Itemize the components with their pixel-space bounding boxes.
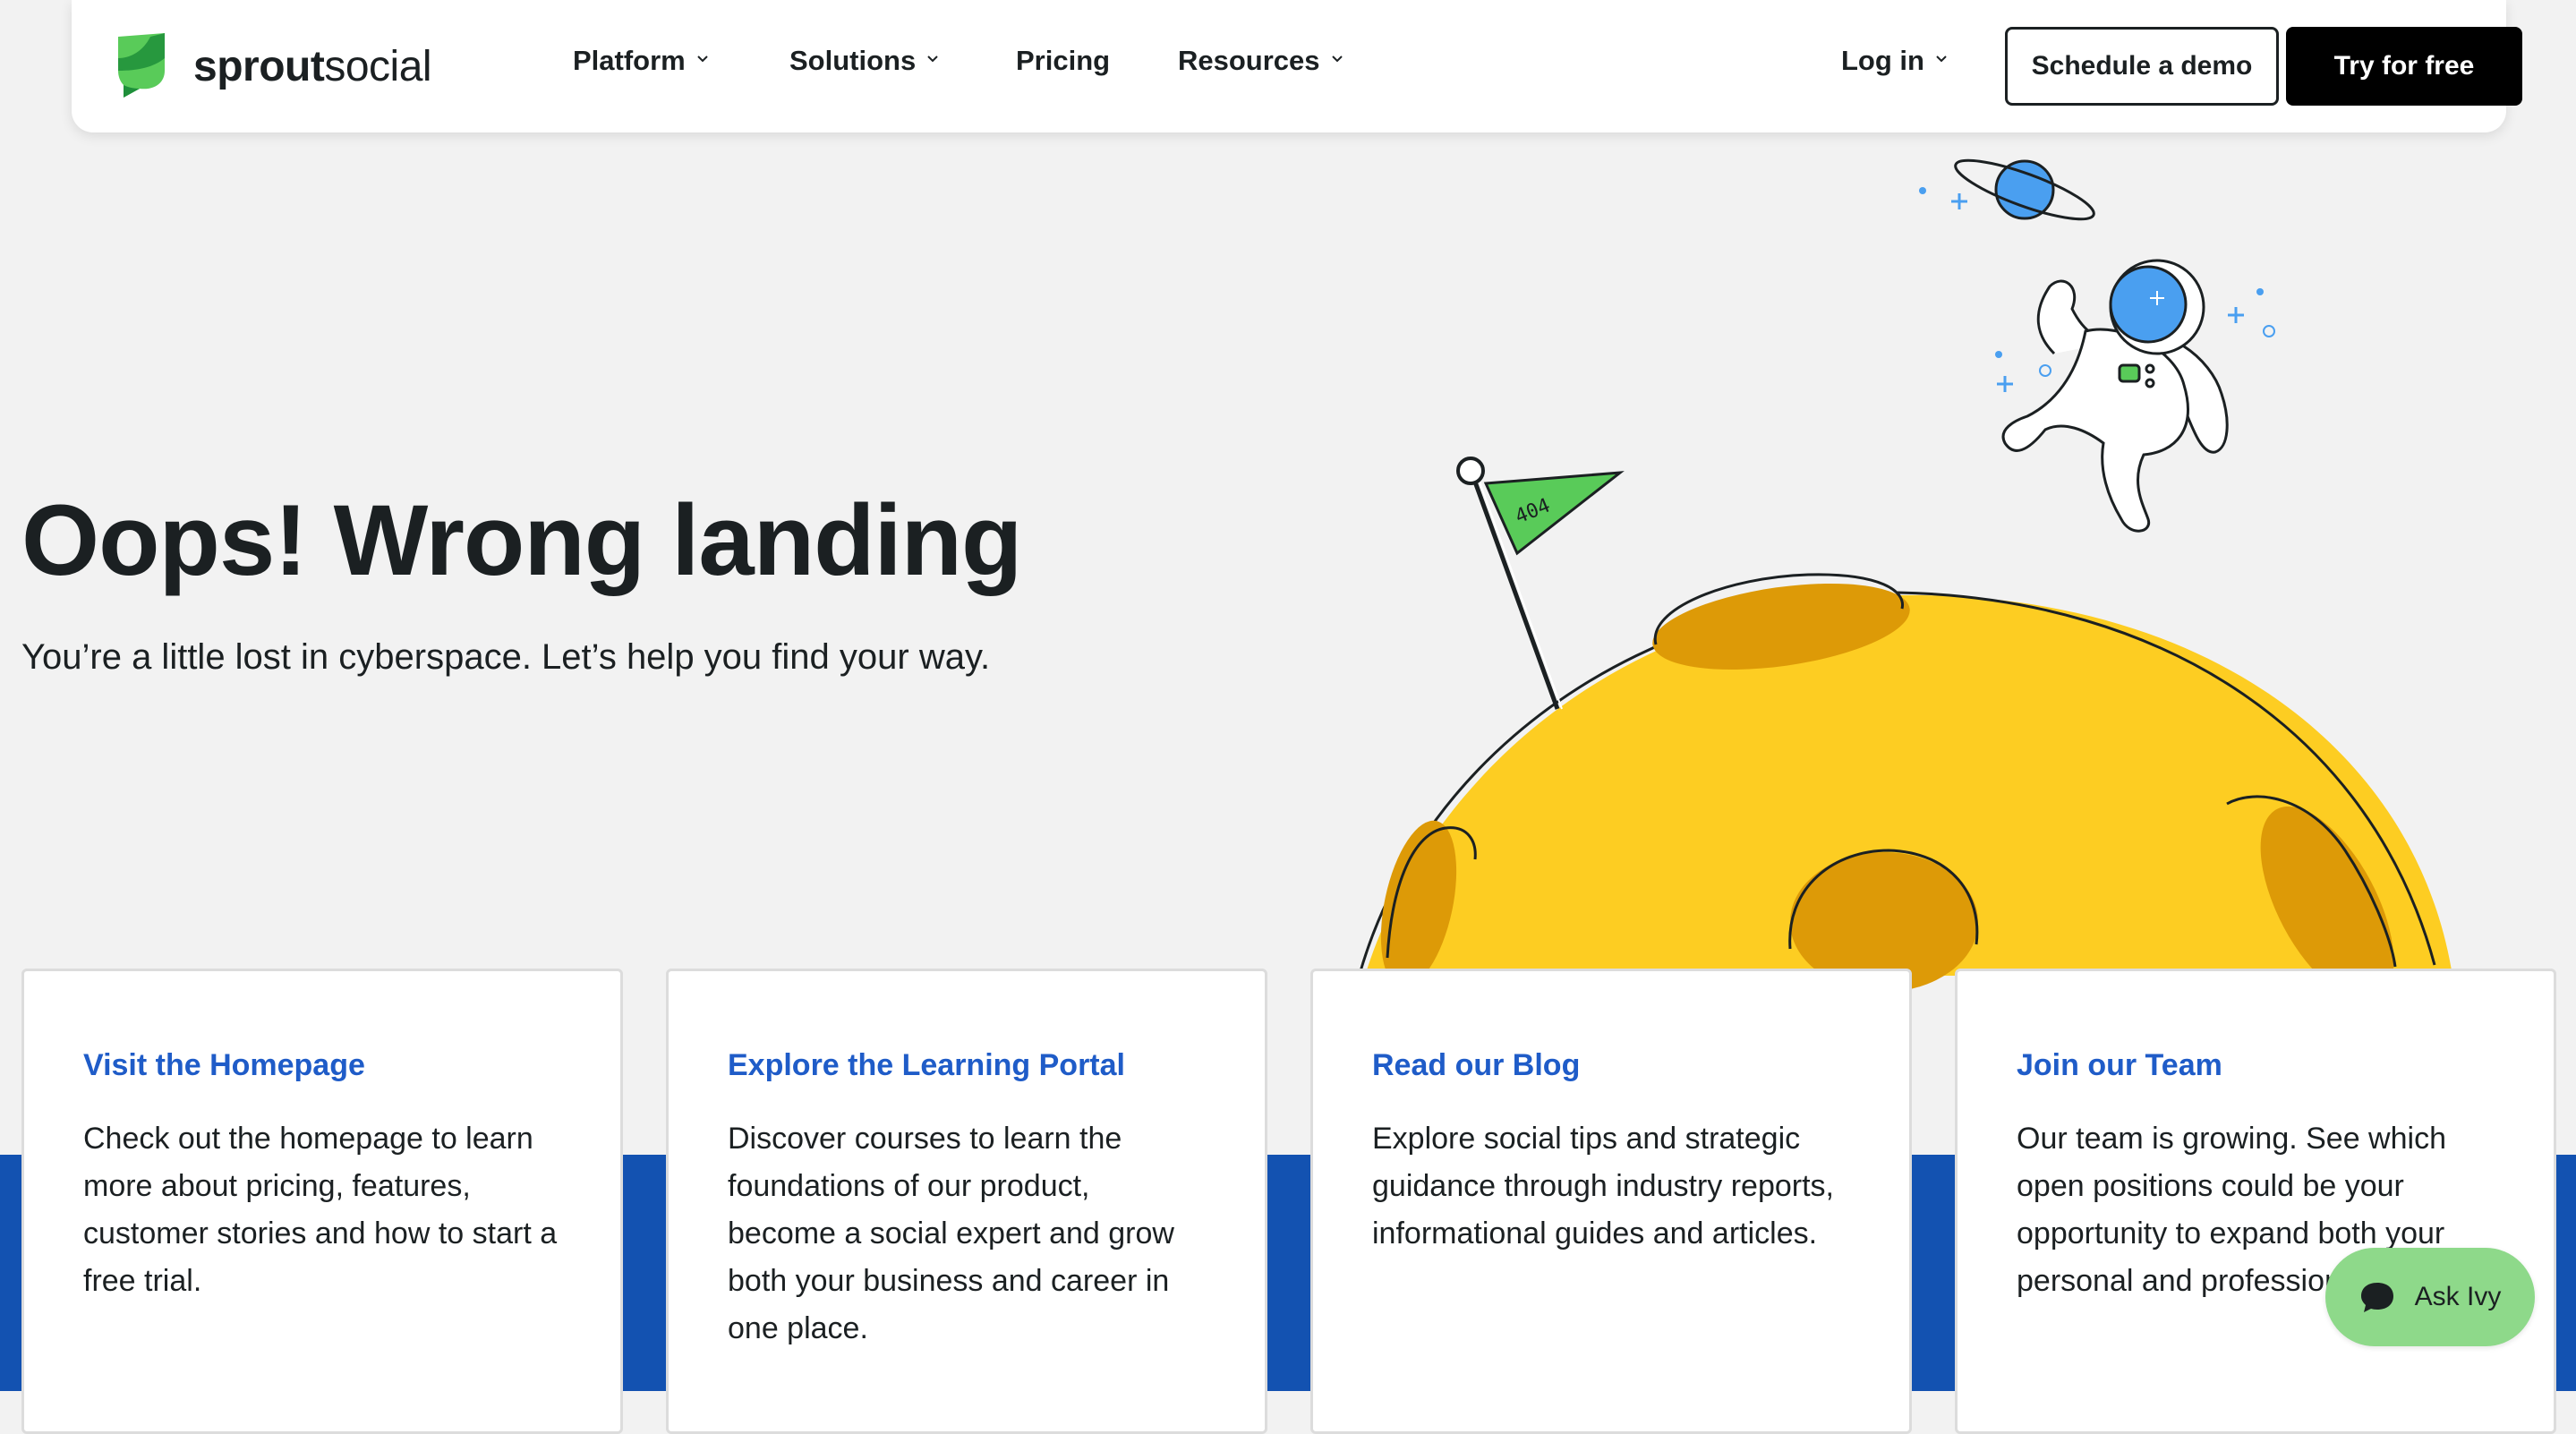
nav-pricing[interactable]: Pricing [1016,45,1110,77]
chat-label: Ask Ivy [2414,1282,2502,1311]
star-sparkles [1995,288,2275,392]
chevron-down-icon [1936,55,1947,63]
moon-illustration [1359,573,2452,1003]
card-description: Check out the homepage to learn more abo… [83,1122,558,1298]
nav-resources[interactable]: Resources [1178,45,1343,77]
nav-solutions[interactable]: Solutions [789,45,939,77]
chat-bubble-icon [2360,1283,2393,1312]
planet-illustration [1919,158,2095,221]
card-title[interactable]: Visit the Homepage [83,1048,561,1083]
card-join-team[interactable]: Join our Team Our team is growing. See w… [1955,969,2556,1434]
card-learning-portal[interactable]: Explore the Learning Portal Discover cou… [666,969,1267,1434]
astronaut-illustration [2001,259,2229,533]
try-for-free-button[interactable]: Try for free [2286,27,2522,106]
flag-label: 404 [1512,494,1553,528]
nav-pricing-label: Pricing [1016,45,1111,76]
site-header: sproutsocial Platform Solutions Pricing … [72,0,2522,132]
flag-404-illustration: 404 [1456,457,1625,710]
chevron-down-icon [697,55,708,63]
nav-platform-label: Platform [573,45,686,76]
login-menu[interactable]: Log in [1841,45,1948,77]
card-blog[interactable]: Read our Blog Explore social tips and st… [1310,969,1912,1434]
logo-wordmark: sproutsocial [193,42,432,91]
ask-ivy-chat-button[interactable]: Ask Ivy [2325,1248,2535,1346]
page-title: Oops! Wrong landing [21,484,1022,596]
sprout-leaf-icon [118,33,165,98]
nav-solutions-label: Solutions [789,45,917,76]
card-title[interactable]: Join our Team [2017,1048,2495,1083]
schedule-demo-button[interactable]: Schedule a demo [2005,27,2279,106]
sproutsocial-logo[interactable]: sproutsocial [113,30,432,102]
chevron-down-icon [927,55,938,63]
page-subtitle: You’re a little lost in cyberspace. Let’… [21,637,991,677]
card-title[interactable]: Read our Blog [1372,1048,1850,1083]
logo-text-light: social [324,42,432,90]
card-description: Discover courses to learn the foundation… [728,1122,1174,1345]
card-homepage[interactable]: Visit the Homepage Check out the homepag… [21,969,623,1434]
chevron-down-icon [1331,55,1343,63]
login-label: Log in [1841,45,1924,76]
card-description: Explore social tips and strategic guidan… [1372,1122,1834,1250]
card-title[interactable]: Explore the Learning Portal [728,1048,1206,1083]
nav-resources-label: Resources [1178,45,1320,76]
nav-platform[interactable]: Platform [573,45,709,77]
logo-text-bold: sprout [193,42,325,90]
